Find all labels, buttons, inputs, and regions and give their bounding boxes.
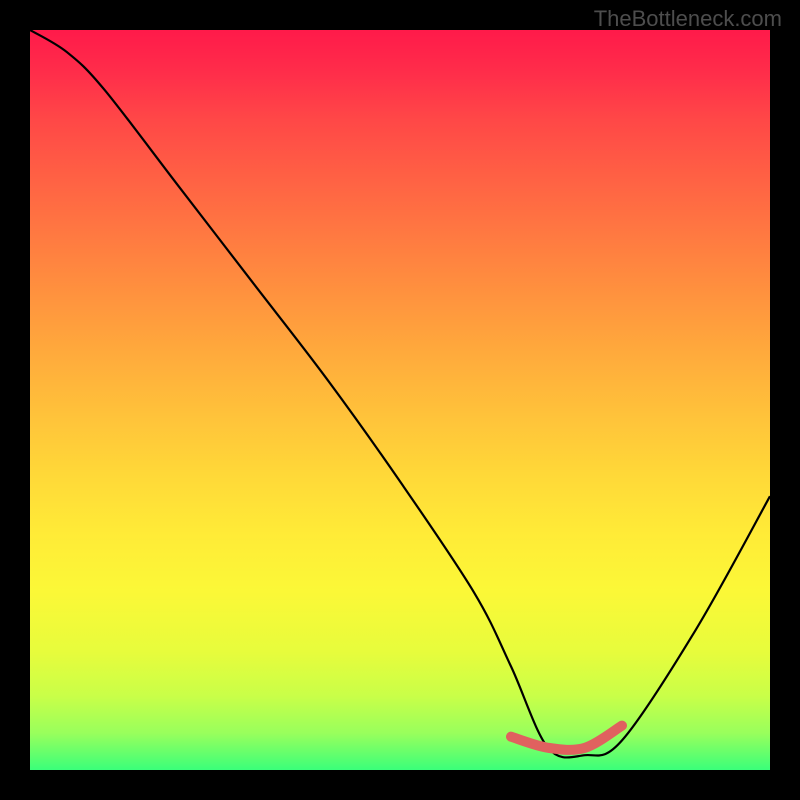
chart-plot-area — [30, 30, 770, 770]
bottleneck-highlight — [511, 726, 622, 750]
watermark-text: TheBottleneck.com — [594, 6, 782, 32]
bottleneck-curve — [30, 30, 770, 758]
chart-svg — [30, 30, 770, 770]
